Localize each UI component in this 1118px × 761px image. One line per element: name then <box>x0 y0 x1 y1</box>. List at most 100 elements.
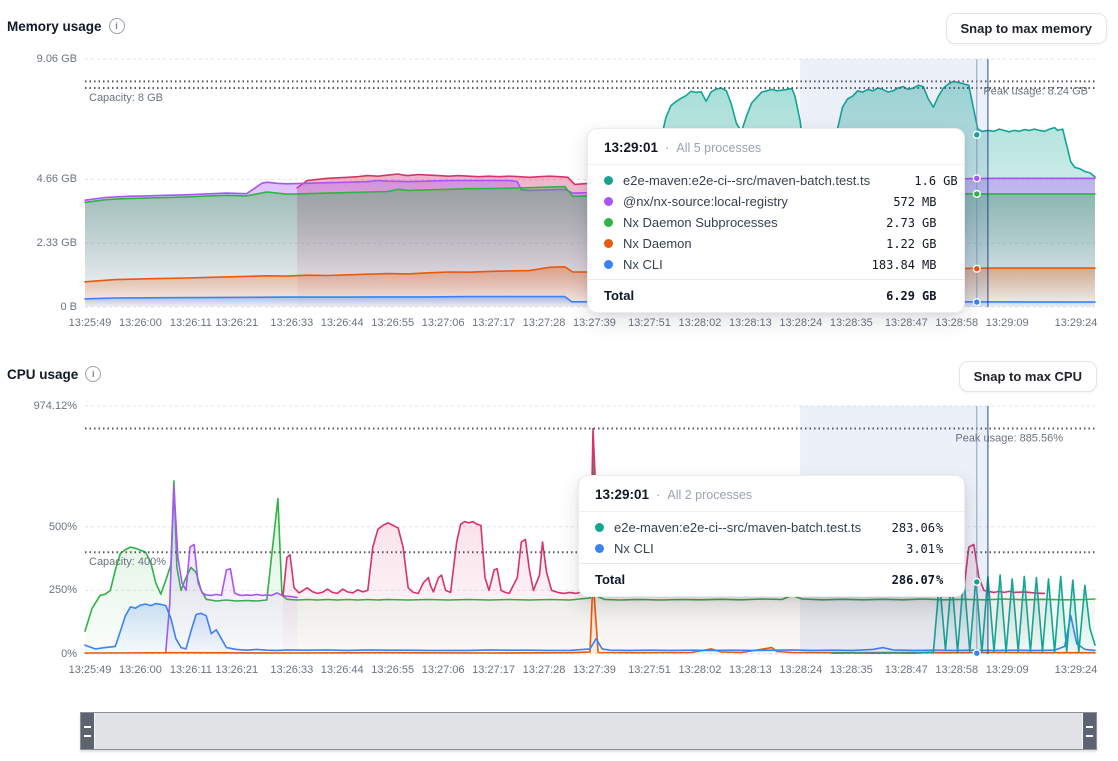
x-tick-label: 13:28:02 <box>679 317 722 329</box>
x-tick-label: 13:28:13 <box>729 664 772 676</box>
series-color-dot <box>604 239 613 248</box>
memory-tooltip: 13:29:01 · All 5 processes e2e-maven:e2e… <box>587 128 965 313</box>
total-value: 6.29 <box>863 289 915 303</box>
x-tick-label: 13:27:51 <box>628 664 671 676</box>
memory-chart-title: Memory usage <box>7 19 102 34</box>
series-color-dot <box>604 197 613 206</box>
process-name: @nx/nx-source:local-registry <box>623 194 863 209</box>
process-value: 1.22 <box>863 237 915 251</box>
y-tick-label: 9.06 GB <box>37 53 77 65</box>
tooltip-separator: · <box>656 487 660 502</box>
process-name: e2e-maven:e2e-ci--src/maven-batch.test.t… <box>614 520 883 535</box>
x-tick-label: 13:26:21 <box>215 664 258 676</box>
process-profiler-view: Memory usage Snap to max memory 9.06 GB 4… <box>0 0 1118 761</box>
x-tick-label: 13:28:47 <box>885 664 928 676</box>
total-value-unit: % <box>936 573 948 587</box>
total-label: Total <box>595 572 883 587</box>
cpu-tooltip-header: 13:29:01 · All 2 processes <box>579 476 964 511</box>
svg-text:Capacity: 400%: Capacity: 400% <box>89 556 166 568</box>
y-tick-label: 4.66 GB <box>37 173 77 185</box>
tooltip-time: 13:29:01 <box>604 140 658 155</box>
cpu-y-axis: 974.12%500%250%0% <box>3 406 77 654</box>
x-tick-label: 13:27:17 <box>472 317 515 329</box>
process-name: Nx Daemon Subprocesses <box>623 215 863 230</box>
process-value: 283.06 <box>883 521 935 535</box>
y-tick-label: 2.33 GB <box>37 237 77 249</box>
info-icon[interactable] <box>109 18 125 34</box>
x-tick-label: 13:28:47 <box>885 317 928 329</box>
process-value-unit: MB <box>922 258 948 272</box>
x-tick-label: 13:26:21 <box>215 317 258 329</box>
snap-to-max-cpu-button[interactable]: Snap to max CPU <box>959 361 1097 392</box>
x-tick-label: 13:26:33 <box>270 317 313 329</box>
drag-grip-icon <box>1086 726 1093 737</box>
x-tick-label: 13:29:24 <box>1055 664 1098 676</box>
process-value: 3.01 <box>883 542 935 556</box>
x-tick-label: 13:29:24 <box>1055 317 1098 329</box>
cpu-chart-title: CPU usage <box>7 367 78 382</box>
x-tick-label: 13:28:35 <box>830 664 873 676</box>
x-tick-label: 13:27:28 <box>523 317 566 329</box>
process-name: Nx CLI <box>614 541 883 556</box>
process-value: 1.6 <box>884 174 936 188</box>
process-name: e2e-maven:e2e-ci--src/maven-batch.test.t… <box>623 173 884 188</box>
info-icon[interactable] <box>85 366 101 382</box>
tooltip-row: Nx CLI 3.01 % <box>579 538 964 559</box>
tooltip-row: Nx CLI 183.84 MB <box>588 254 964 275</box>
total-value: 286.07 <box>883 573 935 587</box>
process-value: 2.73 <box>863 216 915 230</box>
svg-text:Peak usage: 8.24 GB: Peak usage: 8.24 GB <box>983 85 1088 97</box>
x-tick-label: 13:26:00 <box>119 317 162 329</box>
x-tick-label: 13:26:00 <box>119 664 162 676</box>
brush-left-handle[interactable] <box>81 713 95 749</box>
cpu-x-axis: 13:25:4913:26:0013:26:1113:26:2113:26:33… <box>85 664 1095 680</box>
x-tick-label: 13:27:06 <box>422 317 465 329</box>
x-tick-label: 13:28:13 <box>729 317 772 329</box>
tooltip-row: Nx Daemon Subprocesses 2.73 GB <box>588 212 964 233</box>
x-tick-label: 13:26:55 <box>371 317 414 329</box>
tooltip-time: 13:29:01 <box>595 487 649 502</box>
tooltip-row: e2e-maven:e2e-ci--src/maven-batch.test.t… <box>579 517 964 538</box>
x-tick-label: 13:27:39 <box>573 317 616 329</box>
cpu-tooltip: 13:29:01 · All 2 processes e2e-maven:e2e… <box>578 475 965 597</box>
process-name: Nx CLI <box>623 257 863 272</box>
tooltip-separator: · <box>665 140 669 155</box>
y-tick-label: 974.12% <box>34 400 77 412</box>
y-tick-label: 0% <box>61 648 77 660</box>
brush-right-handle[interactable] <box>1082 713 1096 749</box>
x-tick-label: 13:29:09 <box>986 664 1029 676</box>
x-tick-label: 13:25:49 <box>69 664 112 676</box>
tooltip-row: @nx/nx-source:local-registry 572 MB <box>588 191 964 212</box>
x-tick-label: 13:28:58 <box>935 664 978 676</box>
tooltip-row: Nx Daemon 1.22 GB <box>588 233 964 254</box>
x-tick-label: 13:26:11 <box>170 317 212 329</box>
y-tick-label: 250% <box>49 584 77 596</box>
x-tick-label: 13:28:24 <box>779 664 822 676</box>
memory-tooltip-total: Total 6.29 GB <box>588 279 964 312</box>
x-tick-label: 13:26:11 <box>170 664 212 676</box>
tooltip-subtitle: All 5 processes <box>676 141 761 155</box>
process-value-unit: MB <box>922 195 948 209</box>
memory-y-axis: 9.06 GB4.66 GB2.33 GB0 B <box>3 59 77 307</box>
series-color-dot <box>604 218 613 227</box>
tooltip-row: e2e-maven:e2e-ci--src/maven-batch.test.t… <box>588 170 964 191</box>
snap-to-max-memory-button[interactable]: Snap to max memory <box>946 13 1108 44</box>
timeline-brush[interactable] <box>80 712 1097 750</box>
series-color-dot <box>595 544 604 553</box>
process-value-unit: GB <box>922 237 948 251</box>
cpu-tooltip-total: Total 286.07 % <box>579 563 964 596</box>
y-tick-label: 500% <box>49 521 77 533</box>
process-name: Nx Daemon <box>623 236 863 251</box>
x-tick-label: 13:26:44 <box>321 664 364 676</box>
memory-x-axis: 13:25:4913:26:0013:26:1113:26:2113:26:33… <box>85 317 1095 333</box>
x-tick-label: 13:29:09 <box>986 317 1029 329</box>
series-color-dot <box>595 523 604 532</box>
process-value-unit: GB <box>943 174 969 188</box>
x-tick-label: 13:26:44 <box>321 317 364 329</box>
x-tick-label: 13:28:58 <box>935 317 978 329</box>
tooltip-subtitle: All 2 processes <box>667 488 752 502</box>
x-tick-label: 13:28:02 <box>679 664 722 676</box>
series-color-dot <box>604 176 613 185</box>
x-tick-label: 13:25:49 <box>69 317 112 329</box>
total-value-unit: GB <box>922 289 948 303</box>
